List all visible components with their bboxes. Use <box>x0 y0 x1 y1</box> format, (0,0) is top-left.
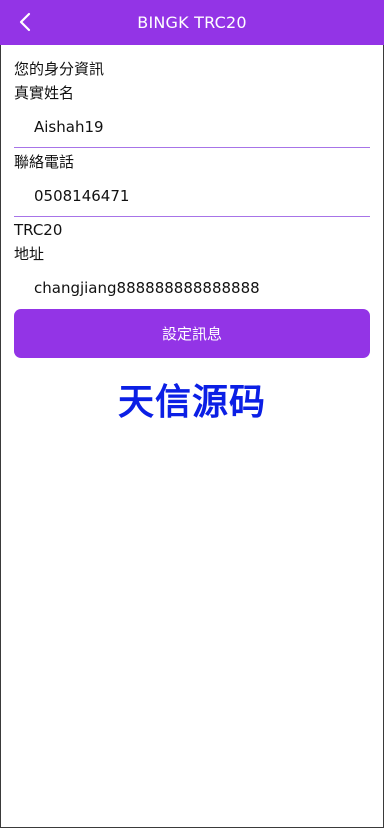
address-type-label: TRC20 <box>14 221 63 239</box>
address-input[interactable]: changjiang888888888888888 <box>34 278 260 298</box>
phone-input[interactable]: 0508146471 <box>34 186 129 206</box>
section-title: 您的身分資訊 <box>14 60 105 78</box>
submit-button[interactable]: 設定訊息 <box>14 309 370 358</box>
name-label: 真實姓名 <box>14 84 75 102</box>
name-input[interactable]: Aishah19 <box>34 117 104 137</box>
back-button[interactable] <box>14 9 36 35</box>
top-bar: BINGK TRC20 <box>0 0 384 45</box>
name-input-underline <box>14 147 370 148</box>
chevron-left-icon <box>19 12 31 32</box>
phone-input-underline <box>14 216 370 217</box>
address-label: 地址 <box>14 245 45 263</box>
watermark-text: 天信源码 <box>117 382 266 423</box>
page-title: BINGK TRC20 <box>137 13 247 32</box>
phone-label: 聯絡電話 <box>14 153 75 171</box>
